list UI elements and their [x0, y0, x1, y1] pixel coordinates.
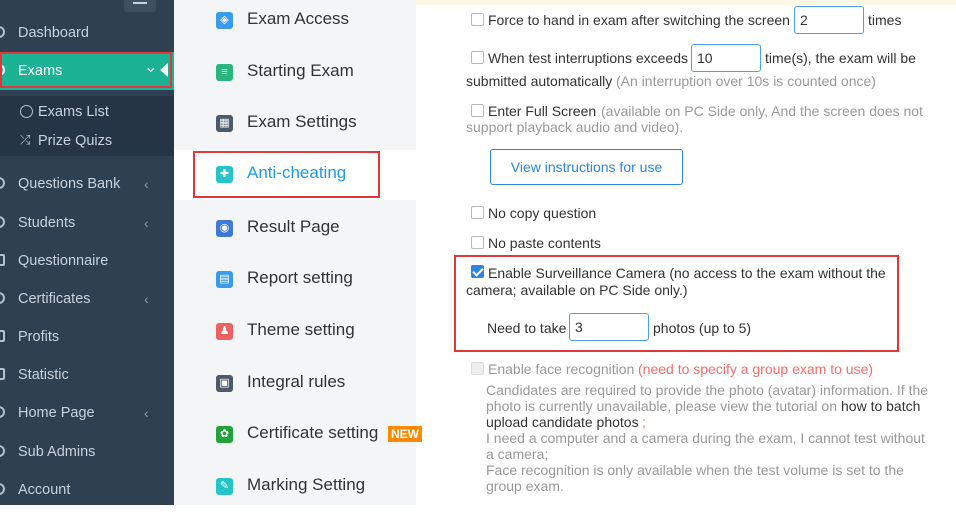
menu-item-report-setting[interactable]: ▤ Report setting	[174, 255, 416, 305]
interruptions-times-input[interactable]: 10	[691, 44, 761, 72]
active-caret-icon	[160, 63, 168, 77]
sidebar-subitem-exams-list[interactable]: Exams List	[0, 98, 174, 126]
sidebar: Dashboard Exams ⌄ Exams List ⤮ Prize Qui…	[0, 0, 174, 505]
certificates-icon	[0, 292, 5, 304]
questions-bank-icon	[0, 177, 5, 189]
sidebar-item-certificates[interactable]: Certificates ‹	[0, 280, 174, 318]
check-circle-icon	[20, 105, 33, 118]
chevron-left-icon: ‹	[144, 291, 149, 307]
eye-icon: ◉	[216, 220, 233, 237]
menu-item-exam-access[interactable]: ◈ Exam Access	[174, 0, 416, 46]
exams-highlight-box	[0, 52, 172, 88]
sidebar-item-home-page[interactable]: Home Page ‹	[0, 394, 174, 432]
sidebar-item-questions-bank[interactable]: Questions Bank ‹	[0, 165, 174, 203]
marking-icon: ✎	[216, 478, 233, 495]
interruptions-checkbox[interactable]	[471, 51, 484, 64]
sidebar-item-questionnaire[interactable]: Questionnaire	[0, 242, 174, 280]
sidebar-subitem-prize-quizs[interactable]: ⤮ Prize Quizs	[0, 127, 174, 155]
exam-settings-menu: ◈ Exam Access ≡ Starting Exam ▦ Exam Set…	[174, 0, 422, 505]
sub-admins-icon	[0, 445, 5, 457]
anti-cheating-highlight-box	[193, 151, 380, 198]
statistic-icon	[0, 368, 5, 380]
menu-item-exam-settings[interactable]: ▦ Exam Settings	[174, 99, 416, 149]
switch-screen-times-input[interactable]: 2	[794, 6, 864, 34]
integral-icon: ▣	[216, 375, 233, 392]
sidebar-item-profits[interactable]: Profits	[0, 318, 174, 356]
chevron-left-icon: ‹	[144, 176, 149, 192]
menu-item-certificate-setting[interactable]: ✿ Certificate setting NEW	[174, 410, 422, 460]
sidebar-item-dashboard[interactable]: Dashboard	[0, 14, 174, 52]
menu-toggle-icon[interactable]	[124, 0, 156, 12]
chevron-left-icon: ‹	[144, 405, 149, 421]
profits-icon	[0, 330, 5, 342]
settings-grid-icon: ▦	[216, 115, 233, 132]
batch-upload-link-cont[interactable]: upload candidate photos	[486, 414, 639, 430]
no-paste-checkbox[interactable]	[471, 236, 484, 249]
batch-upload-link[interactable]: how to batch	[841, 398, 920, 414]
menu-item-starting-exam[interactable]: ≡ Starting Exam	[174, 48, 416, 98]
anti-cheating-settings: Force to hand in exam after switching th…	[416, 0, 956, 505]
sidebar-item-students[interactable]: Students ‹	[0, 204, 174, 242]
document-icon: ≡	[216, 64, 233, 81]
shuffle-icon: ⤮	[20, 132, 31, 147]
menu-item-result-page[interactable]: ◉ Result Page	[174, 204, 416, 254]
full-screen-checkbox[interactable]	[471, 104, 484, 117]
sidebar-item-account[interactable]: Account	[0, 471, 174, 509]
menu-item-integral-rules[interactable]: ▣ Integral rules	[174, 359, 416, 409]
dashboard-icon	[0, 26, 5, 38]
chevron-left-icon: ‹	[144, 215, 149, 231]
certificate-icon: ✿	[216, 426, 233, 443]
sidebar-item-statistic[interactable]: Statistic	[0, 356, 174, 394]
force-hand-in-checkbox[interactable]	[471, 13, 484, 26]
camera-highlight-box	[454, 255, 899, 352]
questionnaire-icon	[0, 254, 5, 266]
tshirt-icon: ♟	[216, 323, 233, 340]
students-icon	[0, 216, 5, 228]
shield-icon: ◈	[216, 12, 233, 29]
sidebar-item-sub-admins[interactable]: Sub Admins	[0, 433, 174, 471]
face-recognition-checkbox[interactable]	[471, 362, 484, 375]
view-instructions-button[interactable]: View instructions for use	[490, 149, 683, 185]
account-icon	[0, 483, 5, 495]
no-copy-checkbox[interactable]	[471, 206, 484, 219]
menu-item-theme-setting[interactable]: ♟ Theme setting	[174, 307, 416, 357]
report-icon: ▤	[216, 271, 233, 288]
home-page-icon	[0, 406, 5, 418]
